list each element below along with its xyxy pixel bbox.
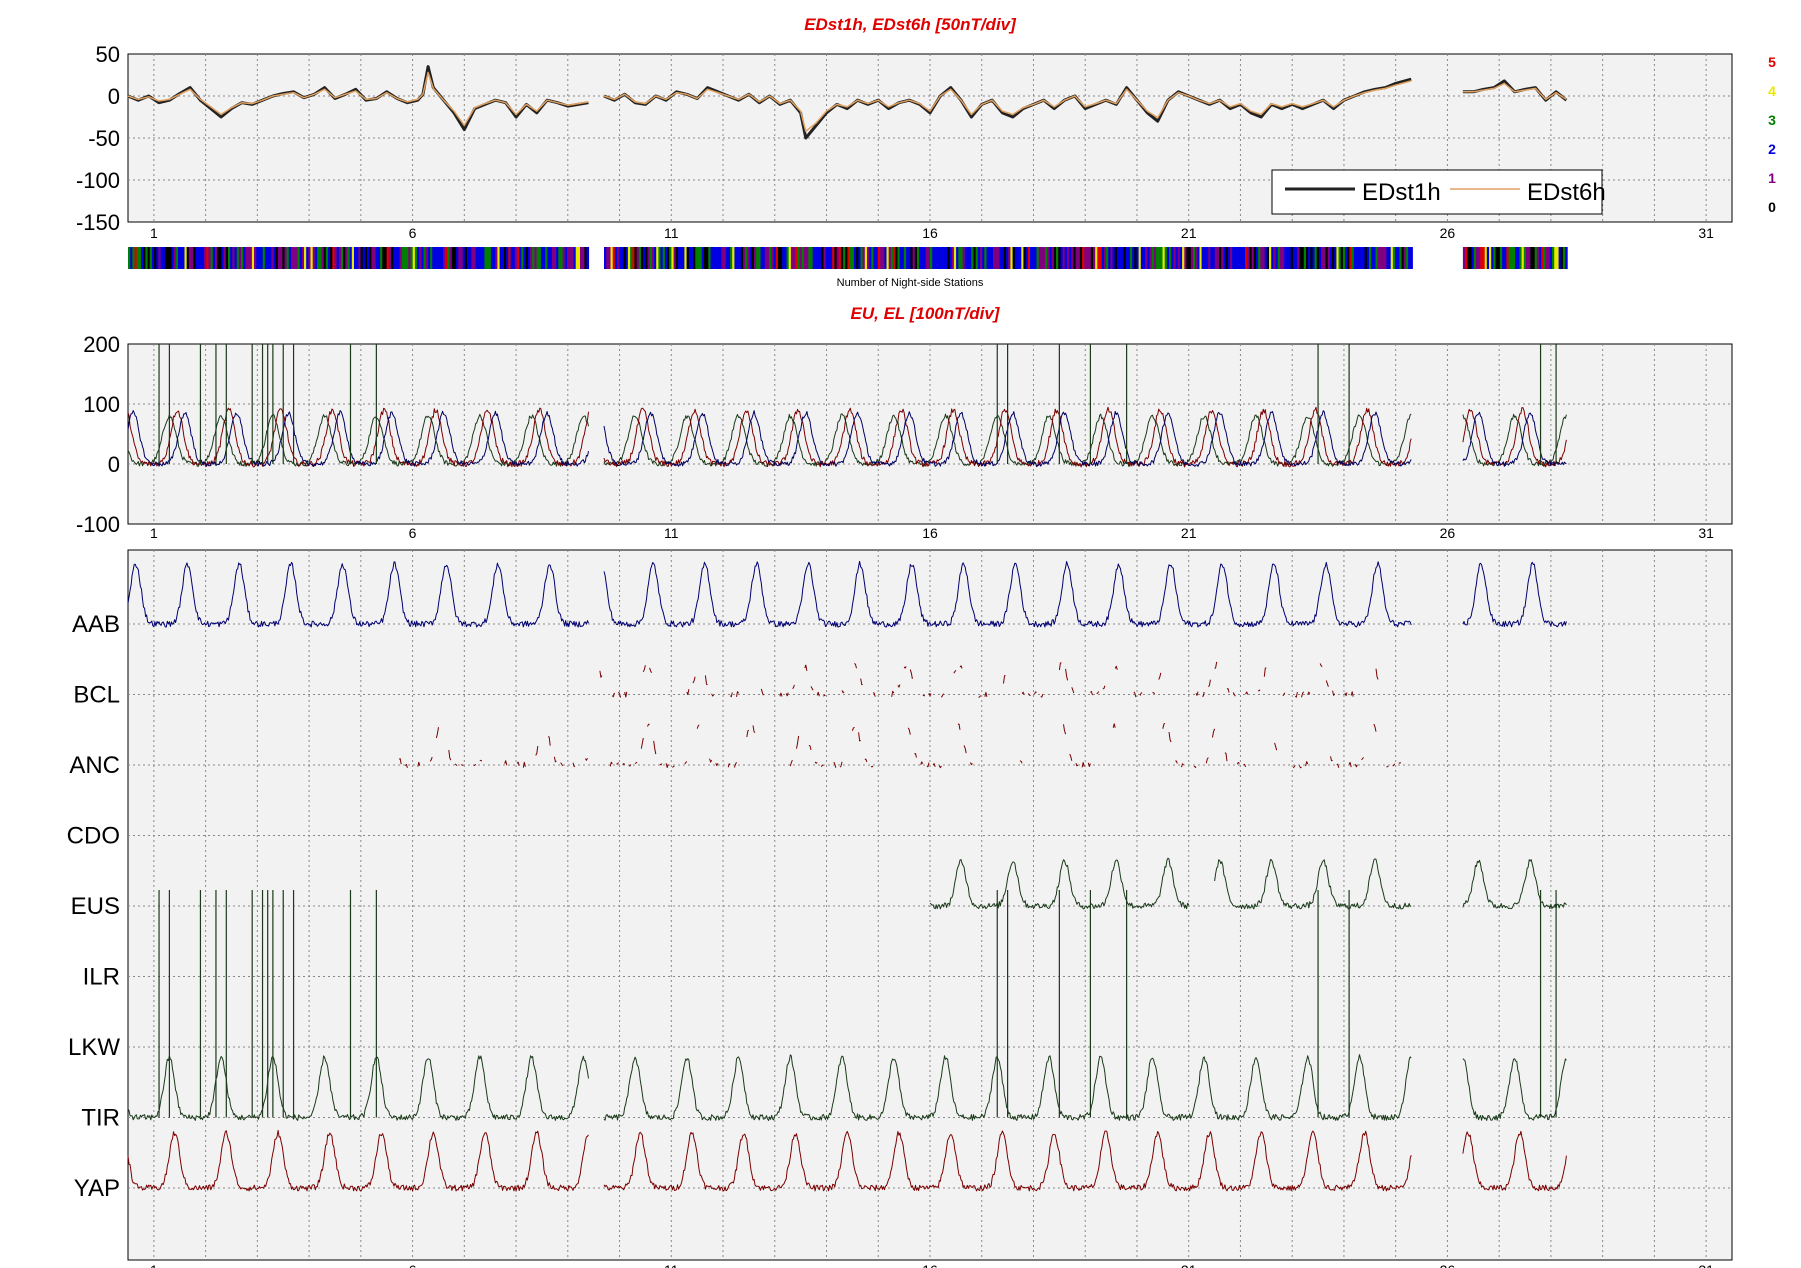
y-tick-label: 50 — [96, 42, 120, 67]
station-label: ANC — [69, 752, 120, 779]
strip-cell — [586, 247, 590, 269]
night-count-label: 2 — [1768, 141, 1776, 157]
x-tick-label: 11 — [664, 225, 679, 241]
x-tick-label: 21 — [1181, 525, 1197, 541]
x-tick-label: 1 — [150, 225, 158, 241]
y-tick-label: 0 — [108, 84, 120, 109]
station-label: AAB — [72, 611, 120, 638]
x-tick-label: 31 — [1698, 225, 1714, 241]
x-tick-label: 21 — [1181, 1262, 1197, 1268]
x-tick-label: 26 — [1440, 1262, 1456, 1268]
figure: EDst1h, EDst6h [50nT/div] 1 6 11 16 21 26 3150… — [67, 15, 1776, 1268]
x-tick-label: 31 — [1698, 525, 1714, 541]
night-count-scale: 5 4 3 2 1 0 — [1768, 54, 1776, 215]
station-label: ILR — [83, 964, 120, 991]
x-tick-label: 1 — [150, 525, 158, 541]
night-count-label: 5 — [1768, 54, 1776, 70]
y-tick-label: -150 — [76, 210, 120, 235]
strip-label: Number of Night-side Stations — [837, 277, 984, 289]
station-label: YAP — [74, 1175, 120, 1202]
x-tick-label: 6 — [409, 525, 417, 541]
y-tick-label: 0 — [108, 452, 120, 477]
night-count-label: 0 — [1768, 199, 1776, 215]
y-tick-label: -100 — [76, 168, 120, 193]
y-tick-label: -100 — [76, 512, 120, 537]
x-tick-label: 16 — [922, 1262, 938, 1268]
x-tick-label: 6 — [409, 1262, 417, 1268]
station-label: CDO — [67, 823, 120, 850]
legend-label: EDst6h — [1527, 179, 1606, 206]
x-tick-label: 11 — [664, 1262, 679, 1268]
night-count-label: 3 — [1768, 112, 1776, 128]
night-side-stations-strip — [128, 247, 1568, 269]
x-tick-label: 26 — [1440, 225, 1456, 241]
night-count-label: 1 — [1768, 170, 1776, 186]
x-tick-label: 1 — [150, 1262, 158, 1268]
stations-panel: 161116212631AABBCLANCCDOEUSILRLKWTIRYAP — [67, 549, 1733, 1268]
eu-el-panel: 1 6 11 16 21 26 312001000-100 — [76, 332, 1733, 541]
x-tick-label: 21 — [1181, 225, 1197, 241]
station-label: TIR — [81, 1105, 120, 1132]
station-label: BCL — [73, 682, 120, 709]
y-tick-label: 200 — [83, 332, 120, 357]
strip-cell — [1565, 247, 1568, 269]
edst-legend: EDst1h EDst6h — [1271, 169, 1606, 215]
y-tick-label: 100 — [83, 392, 120, 417]
x-tick-label: 31 — [1698, 1262, 1714, 1268]
station-trace-ANC — [1398, 762, 1402, 764]
panel1-title: EDst1h, EDst6h [50nT/div] — [804, 15, 1017, 34]
station-label: LKW — [68, 1034, 120, 1061]
x-tick-label: 6 — [409, 225, 417, 241]
legend-label: EDst1h — [1362, 179, 1441, 206]
night-count-label: 4 — [1768, 83, 1776, 99]
panel2-title: EU, EL [100nT/div] — [851, 304, 1001, 323]
x-tick-label: 26 — [1440, 525, 1456, 541]
x-tick-label: 16 — [922, 525, 938, 541]
strip-cell — [1410, 247, 1413, 269]
x-tick-label: 16 — [922, 225, 938, 241]
station-label: EUS — [71, 893, 120, 920]
y-tick-label: -50 — [88, 126, 120, 151]
x-tick-label: 11 — [664, 525, 679, 541]
